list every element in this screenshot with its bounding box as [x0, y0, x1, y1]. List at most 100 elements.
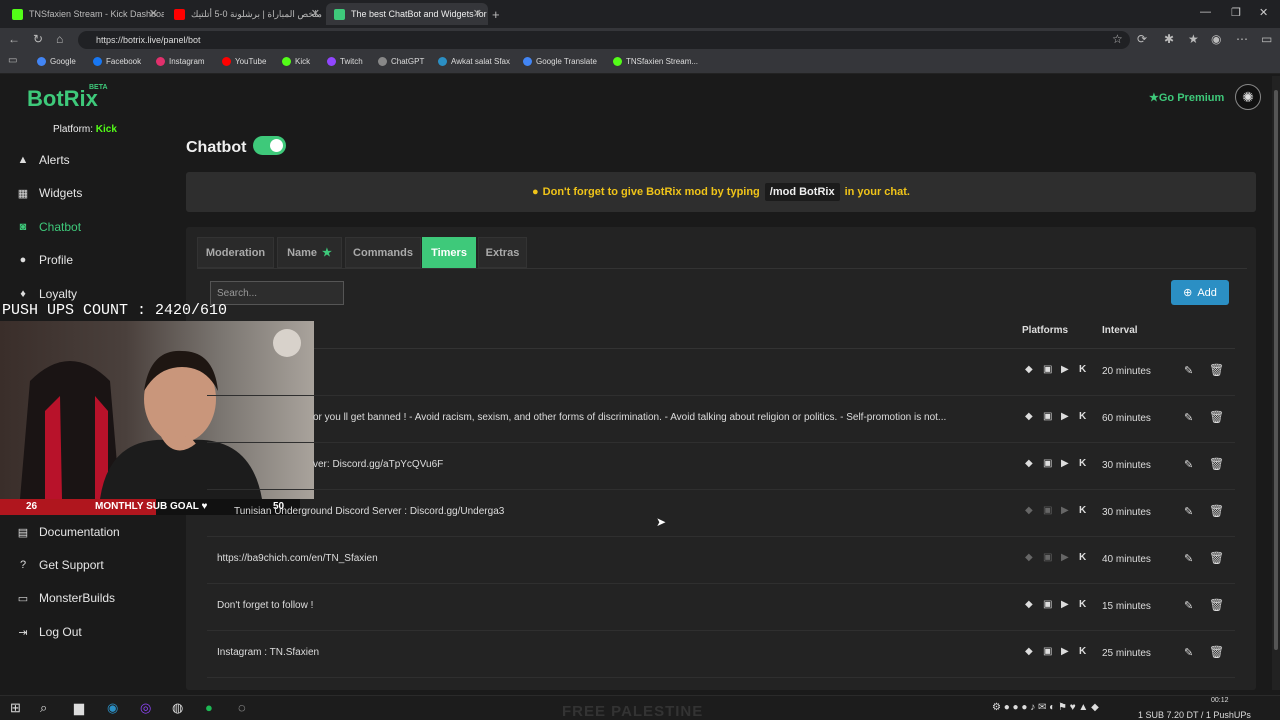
sidebar-item-label: Chatbot [39, 220, 82, 234]
refresh-extension-icon[interactable]: ⟳ [1137, 32, 1147, 46]
edit-icon[interactable]: ✎ [1184, 552, 1193, 565]
twitch-platform-icon: ▣ [1043, 552, 1053, 563]
favorite-star-icon[interactable]: ☆ [1112, 32, 1123, 46]
star-icon: ★ [322, 247, 332, 259]
tab-extras[interactable]: Extras [478, 237, 527, 268]
new-tab-button[interactable]: + [492, 3, 508, 25]
file-explorer-icon[interactable]: ▆ [74, 700, 84, 716]
table-row: ver: Discord.gg/aTpYcQVu6F ◆ ▣ ▶ K 30 minutes… [207, 443, 1235, 490]
sidebar-item-loyalty[interactable]: ♦ Loyalty [16, 284, 77, 304]
search-icon[interactable]: ⌕ [40, 700, 47, 716]
bookmark-label: Kick [295, 57, 311, 66]
mod-notice: ● Don't forget to give BotRix mod by typ… [186, 172, 1256, 212]
url-field[interactable]: https://botrix.live/panel/bot [78, 31, 1130, 49]
bookmark-chatgpt[interactable]: ChatGPT [378, 57, 424, 66]
botrix-logo[interactable]: BotRix [27, 86, 98, 112]
tab-timers[interactable]: Timers [422, 237, 476, 268]
delete-icon[interactable]: 🗑 [1209, 551, 1224, 565]
bookmark-label: Awkat salat Sfax [451, 57, 510, 66]
chatbot-toggle[interactable] [253, 136, 286, 155]
minimize-icon[interactable]: — [1200, 6, 1211, 18]
bookmarks-bar: ▭ Google Facebook Instagram YouTube Kick… [0, 52, 1280, 74]
sidebar-item-monsterbuilds[interactable]: ▭ MonsterBuilds [16, 588, 115, 608]
back-icon[interactable]: ← [8, 32, 20, 46]
edit-icon[interactable]: ✎ [1184, 411, 1193, 424]
app-icon[interactable]: ◌ [238, 700, 246, 715]
sidebar-item-documentation[interactable]: ▤ Documentation [16, 522, 120, 542]
search-input[interactable] [210, 281, 344, 305]
bookmark-awkat-salat[interactable]: Awkat salat Sfax [438, 57, 510, 66]
browser-tab-kick-dashboard[interactable]: TNSfaxien Stream - Kick Dashboard ✕ [4, 3, 164, 25]
delete-icon[interactable]: 🗑 [1209, 598, 1224, 612]
sidebar-item-logout[interactable]: ⇥ Log Out [16, 622, 81, 642]
bookmark-instagram[interactable]: Instagram [156, 57, 205, 66]
edge-icon[interactable]: ◉ [107, 700, 118, 716]
tab-name[interactable]: Name ★ [277, 237, 342, 268]
bookmark-google[interactable]: Google [37, 57, 76, 66]
home-icon[interactable]: ⌂ [56, 32, 63, 46]
kick-k-platform-icon: K [1079, 599, 1087, 610]
sidebar-item-alerts[interactable]: ▲ Alerts [16, 150, 70, 170]
twitch-platform-icon: ▣ [1043, 411, 1053, 422]
delete-icon[interactable]: 🗑 [1209, 645, 1224, 659]
google-icon [37, 57, 46, 66]
kick-k-platform-icon: K [1079, 552, 1087, 563]
close-tab-icon[interactable]: ✕ [149, 7, 158, 20]
kick-favicon-icon [12, 8, 23, 20]
browser-tab-botrix[interactable]: The best ChatBot and Widgets for ✕ [326, 3, 488, 25]
kick-k-platform-icon: K [1079, 364, 1087, 375]
browser-tab-youtube[interactable]: ملخص المباراة | برشلونة 0-5 أتلتيك ✕ [166, 3, 326, 25]
sidebar-item-chatbot[interactable]: ◙ Chatbot [16, 217, 81, 237]
bookmark-youtube[interactable]: YouTube [222, 57, 266, 66]
profile-icon[interactable]: ◉ [1211, 32, 1221, 46]
more-menu-icon[interactable]: ⋯ [1236, 32, 1248, 46]
app-icon[interactable]: ◎ [140, 700, 151, 716]
kick-platform-icon: ◆ [1025, 411, 1033, 422]
windows-start-icon[interactable]: ⊞ [10, 700, 21, 716]
go-premium-button[interactable]: ★Go Premium [1149, 91, 1224, 104]
add-timer-button[interactable]: ⊕ Add [1171, 280, 1229, 305]
youtube-platform-icon: ▶ [1061, 505, 1069, 516]
avatar[interactable]: ✺ [1235, 84, 1261, 110]
scrollbar-thumb[interactable] [1274, 90, 1278, 650]
spotify-icon[interactable]: ● [205, 700, 213, 715]
edit-icon[interactable]: ✎ [1184, 364, 1193, 377]
close-tab-icon[interactable]: ✕ [473, 7, 482, 20]
page-title: Chatbot [186, 139, 247, 156]
delete-icon[interactable]: 🗑 [1209, 457, 1224, 471]
maximize-icon[interactable]: ❐ [1231, 6, 1241, 19]
monitor-icon: ▭ [17, 592, 29, 605]
delete-icon[interactable]: 🗑 [1209, 504, 1224, 518]
tab-commands[interactable]: Commands [345, 237, 421, 268]
edit-icon[interactable]: ✎ [1184, 646, 1193, 659]
edit-icon[interactable]: ✎ [1184, 599, 1193, 612]
delete-icon[interactable]: 🗑 [1209, 363, 1224, 377]
bookmark-twitch[interactable]: Twitch [327, 57, 363, 66]
add-label: Add [1197, 286, 1217, 299]
bookmark-google-translate[interactable]: Google Translate [523, 57, 597, 66]
sidebar-item-widgets[interactable]: ▦ Widgets [16, 183, 83, 203]
edit-icon[interactable]: ✎ [1184, 505, 1193, 518]
bookmark-facebook[interactable]: Facebook [93, 57, 141, 66]
sidebar-toggle-icon[interactable]: ▭ [1261, 32, 1272, 46]
sidebar-item-get-support[interactable]: ? Get Support [16, 555, 104, 575]
youtube-platform-icon: ▶ [1061, 646, 1069, 657]
bookmark-kick[interactable]: Kick [282, 57, 310, 66]
close-window-icon[interactable]: ✕ [1259, 6, 1268, 19]
kick-platform-icon: ◆ [1025, 458, 1033, 469]
sidebar-item-label: MonsterBuilds [39, 591, 116, 605]
delete-icon[interactable]: 🗑 [1209, 410, 1224, 424]
bookmark-tnsfaxien[interactable]: TNSfaxien Stream... [613, 57, 698, 66]
extension-icon[interactable]: ✱ [1164, 32, 1174, 46]
sidebar-item-profile[interactable]: ● Profile [16, 250, 73, 270]
reload-icon[interactable]: ↻ [33, 32, 43, 46]
tray-icons[interactable]: ⚙ ● ● ● ♪ ✉ ◐ ⚑ ♥ ▲ ◆ [992, 702, 1099, 713]
obs-icon[interactable]: ◍ [172, 700, 183, 716]
favorites-icon[interactable]: ★ [1188, 32, 1199, 46]
close-tab-icon[interactable]: ✕ [311, 7, 320, 20]
tab-actions-icon[interactable]: ▭ [8, 55, 17, 66]
edit-icon[interactable]: ✎ [1184, 458, 1193, 471]
table-row: Don't forget to follow ! ◆ ▣ ▶ K 15 minutes ✎ 🗑 [207, 584, 1235, 631]
tab-moderation[interactable]: Moderation [197, 237, 274, 268]
tab-label: Name [287, 246, 318, 259]
